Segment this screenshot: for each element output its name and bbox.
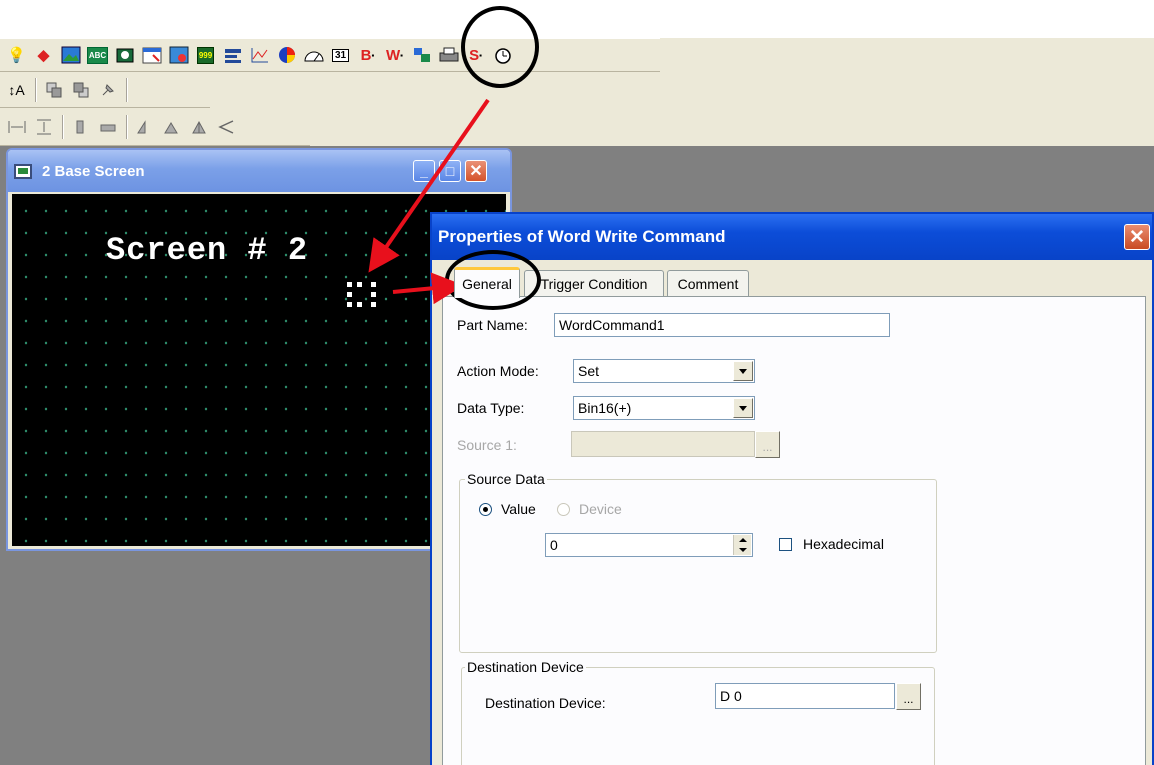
tab-general[interactable]: General [454,267,520,298]
arrow-part-to-dialog [392,272,464,305]
arrow-toolbar-to-part [368,98,490,273]
annotation-arrows [368,98,490,305]
